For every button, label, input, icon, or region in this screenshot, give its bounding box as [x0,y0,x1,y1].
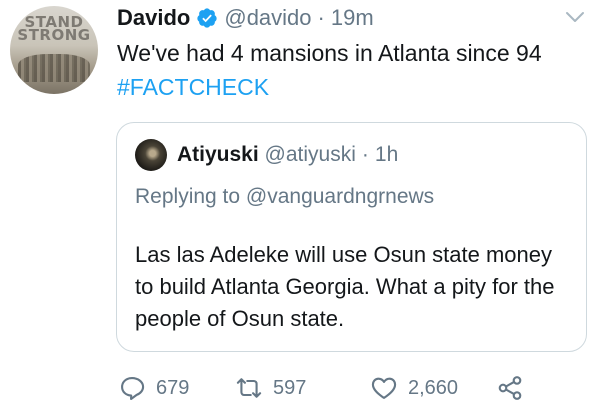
reply-count: 679 [156,376,190,399]
tweet-timestamp[interactable]: 19m [331,4,374,32]
avatar-logo-text: STAND STRONG [17,13,91,44]
author-name[interactable]: Davido [117,4,190,32]
hashtag-link[interactable]: #FACTCHECK [117,74,269,100]
share-icon [498,376,522,400]
retweet-count: 597 [273,376,307,399]
share-button[interactable] [496,372,524,404]
heart-icon [371,377,397,399]
tweet-body: We've had 4 mansions in Atlanta since 94 [117,40,542,66]
tweet-header: Davido @davido · 19m [117,4,374,32]
author-avatar[interactable]: STAND STRONG [10,6,98,94]
reply-icon [121,377,145,401]
quoted-text: Las las Adeleke will use Osun state mone… [135,242,555,331]
quoted-separator: · [361,143,369,166]
tweet: STAND STRONG Davido @davido · 19m We've … [0,0,599,418]
tweet-actions: 679 597 2,660 [118,372,588,404]
quoted-author-handle[interactable]: @atiyuski [265,143,356,166]
quoted-tweet[interactable]: Atiyuski @atiyuski · 1h Replying to @vangu… [116,122,587,352]
header-separator: · [317,5,325,30]
chevron-down-icon[interactable] [565,10,585,24]
avatar-scene [18,54,90,82]
reply-button[interactable]: 679 [118,372,189,404]
retweet-button[interactable]: 597 [235,372,306,404]
replying-to: Replying to @vanguardngrnews [135,185,435,208]
quoted-author-avatar[interactable] [135,139,167,171]
like-button[interactable]: 2,660 [370,372,458,404]
retweet-icon [236,378,262,398]
author-handle[interactable]: @davido [224,4,311,32]
tweet-text: We've had 4 mansions in Atlanta since 94… [117,36,587,104]
quoted-header: Atiyuski @atiyuski · 1h [177,141,398,169]
like-count: 2,660 [408,376,459,399]
quoted-timestamp[interactable]: 1h [375,143,398,166]
verified-badge-icon [197,8,217,28]
quoted-author-name[interactable]: Atiyuski [177,143,259,166]
